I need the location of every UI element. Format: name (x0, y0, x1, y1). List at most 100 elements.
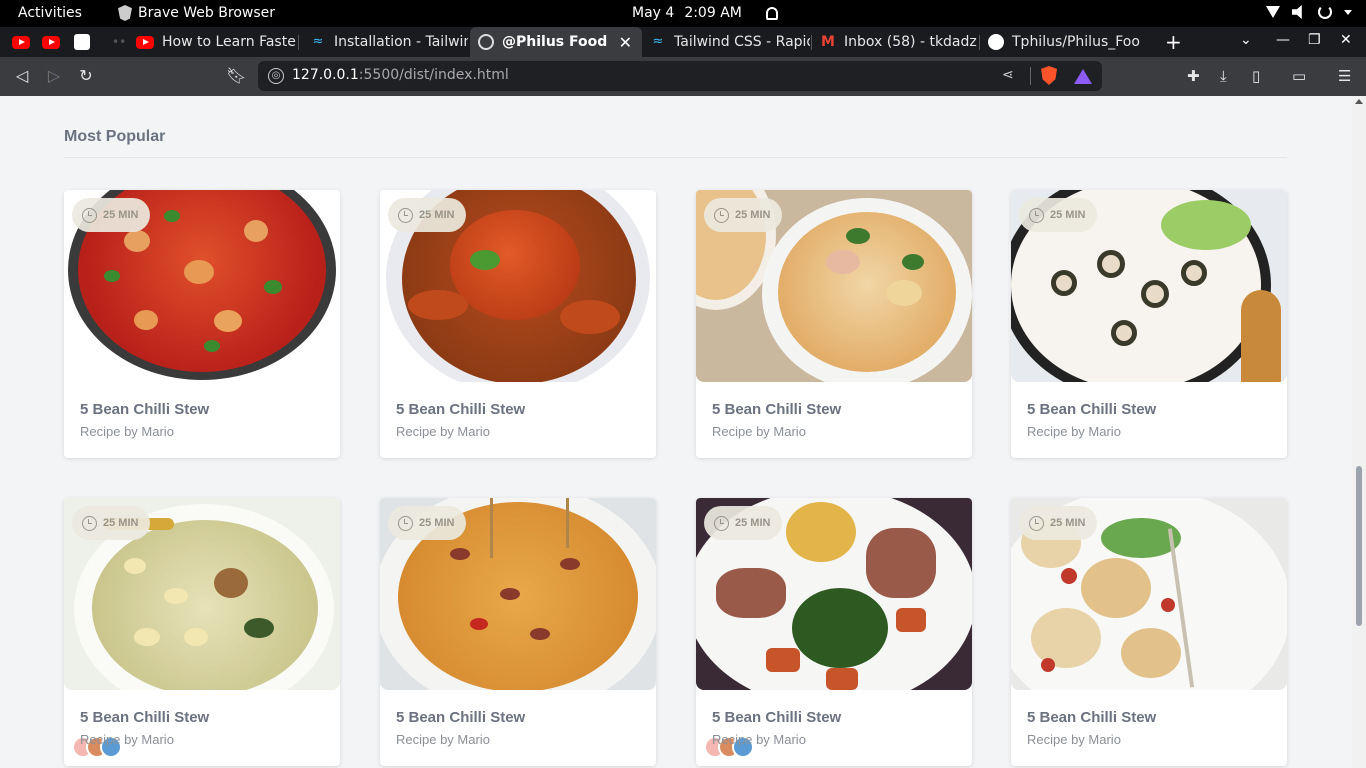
tab-title: @Philus Food (502, 34, 608, 50)
time-badge: 25 MIN (704, 506, 783, 540)
brave-shields-icon[interactable] (1041, 66, 1057, 85)
sidebar-icon[interactable]: ▯ (1252, 67, 1260, 85)
clock-icon (714, 515, 729, 531)
tab-pinned-youtube-2[interactable] (34, 27, 66, 57)
recipe-card[interactable]: 25 MIN 5 Bean Chilli Stew Recipe by Mari… (380, 190, 656, 458)
tab-title: Tailwind CSS - Rapid (674, 34, 810, 50)
youtube-icon (42, 35, 60, 49)
scroll-up-arrow-icon[interactable] (1355, 99, 1363, 104)
recipe-author: Recipe by Mario (396, 424, 490, 439)
recipe-title[interactable]: 5 Bean Chilli Stew (80, 709, 209, 726)
recipe-card[interactable]: 25 MIN 5 Bean Chilli Stew Recipe by Mari… (64, 498, 340, 766)
tab-gmail-inbox[interactable]: M Inbox (58) - tkdadzie (812, 27, 978, 57)
tab-pinned-blank[interactable]: •• (104, 27, 126, 57)
recipe-author: Recipe by Mario (712, 424, 806, 439)
recipe-card[interactable]: 25 MIN 5 Bean Chilli Stew Recipe by Mari… (1011, 498, 1287, 766)
tab-pinned-document[interactable] (66, 27, 100, 57)
recipe-card[interactable]: 25 MIN 5 Bean Chilli Stew Recipe by Mari… (1011, 190, 1287, 458)
close-tab-icon[interactable]: ✕ (619, 33, 632, 52)
new-tab-button[interactable]: + (1165, 30, 1182, 54)
tab-title: Inbox (58) - tkdadzie (844, 34, 978, 50)
system-menu[interactable] (1266, 5, 1352, 19)
time-badge: 25 MIN (704, 198, 783, 232)
tab-title: Installation - Tailwin (334, 34, 468, 50)
brave-rewards-icon[interactable] (1074, 69, 1092, 84)
clock[interactable]: May 4 2:09 AM (632, 5, 778, 21)
time-label: 25 MIN (735, 209, 771, 221)
recipe-author: Recipe by Mario (1027, 424, 1121, 439)
activities-button[interactable]: Activities (18, 5, 82, 21)
wifi-icon (1266, 6, 1280, 18)
os-top-bar: Activities Brave Web Browser May 4 2:09 … (0, 0, 1366, 27)
recipe-card[interactable]: 25 MIN 5 Bean Chilli Stew Recipe by Mari… (696, 190, 972, 458)
scrollbar-thumb[interactable] (1356, 466, 1362, 626)
clock-icon (82, 207, 97, 223)
url-path: :5500/dist/index.html (358, 67, 509, 83)
download-icon[interactable]: ⤓ (1220, 67, 1227, 85)
power-icon (1318, 5, 1332, 19)
time-badge: 25 MIN (72, 506, 151, 540)
time-badge: 25 MIN (1019, 198, 1098, 232)
loading-dots-icon: •• (112, 35, 126, 49)
recipe-title[interactable]: 5 Bean Chilli Stew (396, 401, 525, 418)
site-info-icon[interactable]: ◎ (268, 68, 284, 84)
bookmark-icon[interactable]: 🔖︎ (226, 66, 246, 86)
recipe-title[interactable]: 5 Bean Chilli Stew (712, 709, 841, 726)
url-host: 127.0.0.1 (292, 67, 359, 83)
page-scrollbar[interactable] (1352, 96, 1366, 768)
time-label: 25 MIN (103, 209, 139, 221)
tab-pinned-youtube-1[interactable] (4, 27, 36, 57)
tab-tailwind-css[interactable]: ≈ Tailwind CSS - Rapid (642, 27, 810, 57)
recipe-card[interactable]: 25 MIN 5 Bean Chilli Stew Recipe by Mari… (64, 190, 340, 458)
address-bar[interactable]: ◎ 127.0.0.1:5500/dist/index.html ⋖ (258, 61, 1102, 91)
recipe-card[interactable]: 25 MIN 5 Bean Chilli Stew Recipe by Mari… (380, 498, 656, 766)
recipe-card[interactable]: 25 MIN 5 Bean Chilli Stew Recipe by Mari… (696, 498, 972, 766)
clock-icon (1029, 207, 1044, 223)
recipe-author: Recipe by Mario (712, 732, 806, 747)
back-button[interactable]: ◁ (12, 66, 32, 86)
tab-github-repo[interactable]: Tphilus/Philus_Foo (980, 27, 1148, 57)
time-badge: 25 MIN (72, 198, 151, 232)
recipe-author: Recipe by Mario (80, 732, 174, 747)
gmail-icon: M (821, 34, 835, 50)
time-label: 25 MIN (419, 209, 455, 221)
tab-list-chevron-icon[interactable]: ⌄ (1240, 32, 1252, 48)
time-badge: 25 MIN (388, 506, 467, 540)
maximize-button[interactable]: ❐ (1308, 32, 1321, 48)
tab-how-to-learn[interactable]: How to Learn Faste (128, 27, 296, 57)
section-divider (64, 157, 1287, 158)
time-label: 25 MIN (103, 517, 139, 529)
recipe-title[interactable]: 5 Bean Chilli Stew (396, 709, 525, 726)
app-name: Brave Web Browser (138, 5, 275, 21)
forward-button[interactable]: ▷ (44, 66, 64, 86)
time-label: 25 MIN (419, 517, 455, 529)
tailwind-icon: ≈ (652, 34, 664, 49)
minimize-button[interactable]: — (1276, 32, 1290, 48)
share-icon[interactable]: ⋖ (1002, 67, 1014, 83)
github-icon (988, 34, 1004, 50)
recipe-title[interactable]: 5 Bean Chilli Stew (1027, 401, 1156, 418)
tab-philus-food[interactable]: @Philus Food ✕ (470, 27, 642, 57)
recipe-title[interactable]: 5 Bean Chilli Stew (1027, 709, 1156, 726)
recipe-title[interactable]: 5 Bean Chilli Stew (80, 401, 209, 418)
recipe-author: Recipe by Mario (80, 424, 174, 439)
tab-title: How to Learn Faste (162, 34, 296, 50)
tab-title: Tphilus/Philus_Foo (1012, 34, 1140, 50)
divider (1030, 67, 1031, 85)
youtube-icon (12, 35, 30, 49)
tailwind-icon: ≈ (312, 34, 324, 49)
tab-installation-tailwind[interactable]: ≈ Installation - Tailwin (302, 27, 468, 57)
menu-icon[interactable]: ☰ (1338, 67, 1351, 85)
close-window-button[interactable]: ✕ (1340, 32, 1352, 48)
recipe-title[interactable]: 5 Bean Chilli Stew (712, 401, 841, 418)
clock-icon (714, 207, 729, 223)
youtube-icon (136, 35, 154, 49)
app-menu[interactable]: Brave Web Browser (118, 5, 275, 21)
reload-button[interactable]: ↻ (76, 66, 96, 86)
tab-separator (298, 35, 299, 50)
clock-icon (398, 207, 413, 223)
extensions-icon[interactable]: ✚ (1187, 67, 1200, 85)
wallet-icon[interactable]: ▭ (1292, 67, 1306, 85)
notification-bell-icon (765, 6, 778, 20)
url-text[interactable]: 127.0.0.1:5500/dist/index.html (292, 67, 509, 83)
